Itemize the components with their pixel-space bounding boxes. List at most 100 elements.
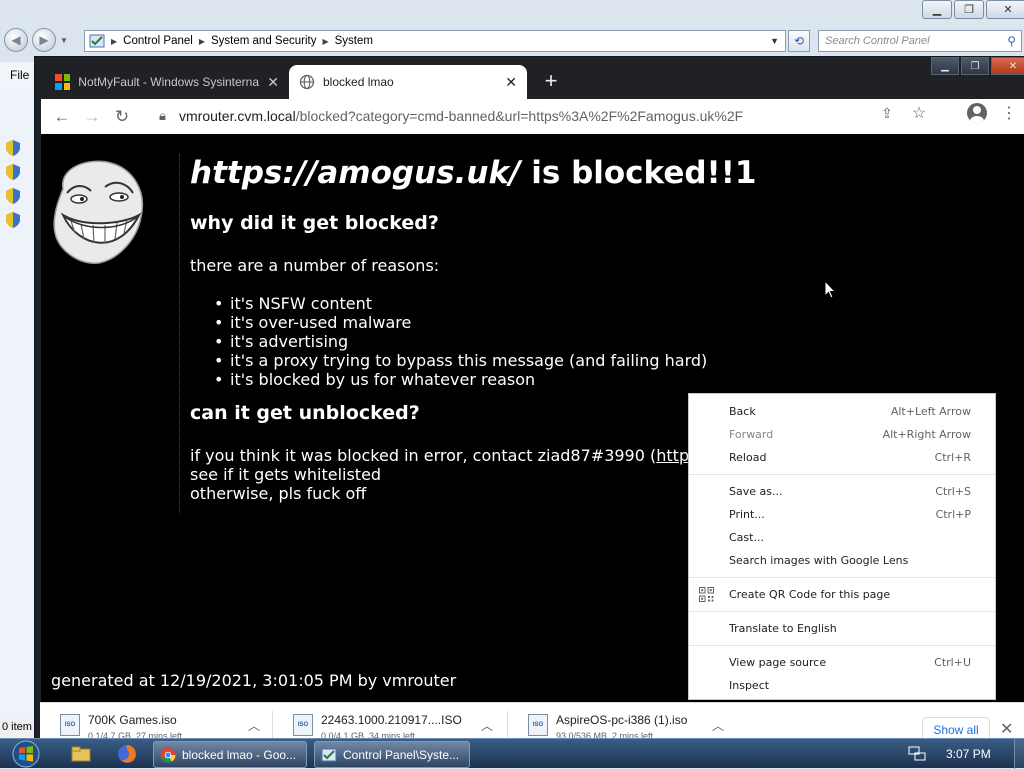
breadcrumb-system[interactable]: System bbox=[335, 35, 373, 47]
shield-icon[interactable] bbox=[6, 212, 20, 228]
taskbar-task-control-panel[interactable]: Control Panel\Syste... bbox=[314, 741, 470, 768]
bookmark-star-icon[interactable]: ☆ bbox=[909, 103, 929, 123]
tab-blocked-lmao[interactable]: blocked lmao ✕ bbox=[289, 65, 527, 99]
cp-search-placeholder: Search Control Panel bbox=[825, 35, 930, 47]
toolbar-actions: ⇪ ☆ ⋮ bbox=[877, 103, 1019, 123]
menu-item-label: Back bbox=[729, 405, 756, 418]
menu-item-print[interactable]: Print... Ctrl+P bbox=[689, 503, 995, 526]
cp-search-input[interactable]: Search Control Panel ⚲ bbox=[818, 30, 1022, 52]
cp-left-pane bbox=[0, 88, 36, 718]
qr-code-icon bbox=[699, 587, 714, 602]
menu-file[interactable]: File bbox=[10, 68, 29, 82]
menu-item-google-lens[interactable]: Search images with Google Lens bbox=[689, 549, 995, 572]
download-item[interactable]: ISO 700K Games.iso 0.1/4.7 GB, 27 mins l… bbox=[40, 703, 270, 743]
download-shelf: ISO 700K Games.iso 0.1/4.7 GB, 27 mins l… bbox=[40, 702, 1024, 743]
mouse-cursor-icon bbox=[824, 280, 836, 299]
omnibox[interactable]: 🔒︎ vmrouter.cvm.local/blocked?category=c… bbox=[159, 101, 891, 131]
maximize-button[interactable]: ❐ bbox=[954, 0, 984, 19]
reasons-list: it's NSFW content it's over-used malware… bbox=[214, 294, 707, 389]
menu-item-back[interactable]: Back Alt+Left Arrow bbox=[689, 400, 995, 423]
menu-item-label: Create QR Code for this page bbox=[729, 588, 891, 601]
start-button[interactable] bbox=[8, 739, 44, 769]
reload-icon[interactable]: ↻ bbox=[107, 107, 137, 127]
iso-file-icon: ISO bbox=[60, 714, 80, 736]
menu-item-translate[interactable]: Translate to English bbox=[689, 617, 995, 640]
clock[interactable]: 3:07 PM bbox=[946, 747, 991, 761]
back-arrow-icon[interactable]: ← bbox=[47, 107, 77, 127]
taskbar: blocked lmao - Goo... Control Panel\Syst… bbox=[0, 738, 1024, 769]
control-panel-icon bbox=[321, 748, 337, 761]
recent-pages-chevron-icon[interactable]: ▼ bbox=[60, 36, 68, 45]
tab-close-icon[interactable]: ✕ bbox=[505, 74, 517, 91]
contact-link[interactable]: http bbox=[656, 446, 689, 465]
breadcrumb-separator-icon: ▶ bbox=[198, 36, 205, 46]
menu-item-label: Search images with Google Lens bbox=[729, 554, 909, 567]
tab-close-icon[interactable]: ✕ bbox=[267, 74, 279, 91]
menu-item-shortcut: Ctrl+R bbox=[934, 451, 971, 464]
breadcrumb-separator-icon: ▶ bbox=[111, 36, 118, 46]
new-tab-button[interactable]: + bbox=[539, 70, 563, 94]
menu-item-save-as[interactable]: Save as... Ctrl+S bbox=[689, 480, 995, 503]
shield-icon[interactable] bbox=[6, 140, 20, 156]
menu-item-qr-code[interactable]: Create QR Code for this page bbox=[689, 583, 995, 606]
shield-icon[interactable] bbox=[6, 188, 20, 204]
forward-arrow-icon[interactable]: → bbox=[77, 107, 107, 127]
content-divider bbox=[179, 154, 180, 514]
forward-button[interactable]: ▶ bbox=[32, 28, 56, 52]
chevron-up-icon[interactable]: ︿ bbox=[248, 717, 260, 734]
breadcrumb-control-panel[interactable]: Control Panel bbox=[123, 35, 193, 47]
blocked-url: https://amogus.uk/ bbox=[190, 155, 521, 191]
list-item: it's over-used malware bbox=[214, 313, 707, 332]
refresh-icon[interactable]: ⟲ bbox=[788, 30, 810, 52]
menu-kebab-icon[interactable]: ⋮ bbox=[999, 103, 1019, 123]
minimize-button[interactable]: ▁ bbox=[922, 0, 952, 19]
menu-item-label: Save as... bbox=[729, 485, 783, 498]
close-button[interactable]: ✕ bbox=[986, 0, 1024, 19]
context-menu: Back Alt+Left Arrow Forward Alt+Right Arro… bbox=[688, 393, 996, 700]
list-item: it's blocked by us for whatever reason bbox=[214, 370, 707, 389]
menu-item-inspect[interactable]: Inspect bbox=[689, 674, 995, 697]
cp-status-bar: 0 item bbox=[0, 718, 36, 738]
download-item[interactable]: ISO AspireOS-pc-i386 (1).iso 93.0/536 MB… bbox=[508, 703, 742, 743]
search-icon[interactable]: ⚲ bbox=[1007, 34, 1016, 48]
firefox-icon[interactable] bbox=[114, 742, 140, 766]
menu-item-reload[interactable]: Reload Ctrl+R bbox=[689, 446, 995, 469]
tab-notmyfault[interactable]: NotMyFault - Windows Sysinternals ✕ bbox=[45, 65, 289, 99]
chrome-close-button[interactable]: ✕ bbox=[991, 57, 1024, 75]
shield-icon[interactable] bbox=[6, 164, 20, 180]
url-host: vmrouter.cvm.local bbox=[179, 108, 296, 124]
file-explorer-icon[interactable] bbox=[68, 742, 94, 766]
breadcrumb-system-and-security[interactable]: System and Security bbox=[211, 35, 316, 47]
chrome-minimize-button[interactable]: ▁ bbox=[931, 57, 959, 75]
menu-item-label: Forward bbox=[729, 428, 774, 441]
menu-item-forward[interactable]: Forward Alt+Right Arrow bbox=[689, 423, 995, 446]
heading-can-unblock: can it get unblocked? bbox=[190, 402, 420, 424]
share-icon[interactable]: ⇪ bbox=[877, 105, 897, 122]
close-icon[interactable]: ✕ bbox=[1000, 719, 1013, 739]
menu-item-cast[interactable]: Cast... bbox=[689, 526, 995, 549]
download-filename: 22463.1000.210917....ISO bbox=[321, 713, 462, 727]
download-item[interactable]: ISO 22463.1000.210917....ISO 0.0/4.1 GB,… bbox=[273, 703, 507, 743]
generated-footer: generated at 12/19/2021, 3:01:05 PM by v… bbox=[51, 671, 457, 690]
menu-item-shortcut: Alt+Left Arrow bbox=[890, 405, 971, 418]
network-icon[interactable] bbox=[908, 746, 926, 762]
menu-item-shortcut: Ctrl+P bbox=[935, 508, 971, 521]
chevron-up-icon[interactable]: ︿ bbox=[712, 717, 724, 734]
url-path: /blocked?category=cmd-banned&url=https%3… bbox=[295, 108, 744, 124]
menu-item-label: Inspect bbox=[729, 679, 770, 692]
address-dropdown-icon[interactable]: ▼ bbox=[770, 36, 779, 46]
cp-address-bar[interactable]: ▶ Control Panel ▶ System and Security ▶ … bbox=[84, 30, 786, 52]
profile-avatar-icon[interactable] bbox=[967, 103, 987, 123]
menu-item-label: View page source bbox=[729, 656, 827, 669]
chrome-maximize-button[interactable]: ❐ bbox=[961, 57, 989, 75]
menu-item-view-source[interactable]: View page source Ctrl+U bbox=[689, 651, 995, 674]
list-item: it's a proxy trying to bypass this messa… bbox=[214, 351, 707, 370]
system-tray: 3:07 PM bbox=[908, 739, 991, 769]
chevron-up-icon[interactable]: ︿ bbox=[481, 717, 493, 734]
lock-icon[interactable]: 🔒︎ bbox=[159, 108, 179, 124]
chrome-icon bbox=[160, 747, 176, 763]
back-button[interactable]: ◀ bbox=[4, 28, 28, 52]
taskbar-task-chrome[interactable]: blocked lmao - Goo... bbox=[153, 741, 307, 768]
menu-item-shortcut: Ctrl+U bbox=[934, 656, 971, 669]
show-desktop-button[interactable] bbox=[1014, 739, 1024, 769]
